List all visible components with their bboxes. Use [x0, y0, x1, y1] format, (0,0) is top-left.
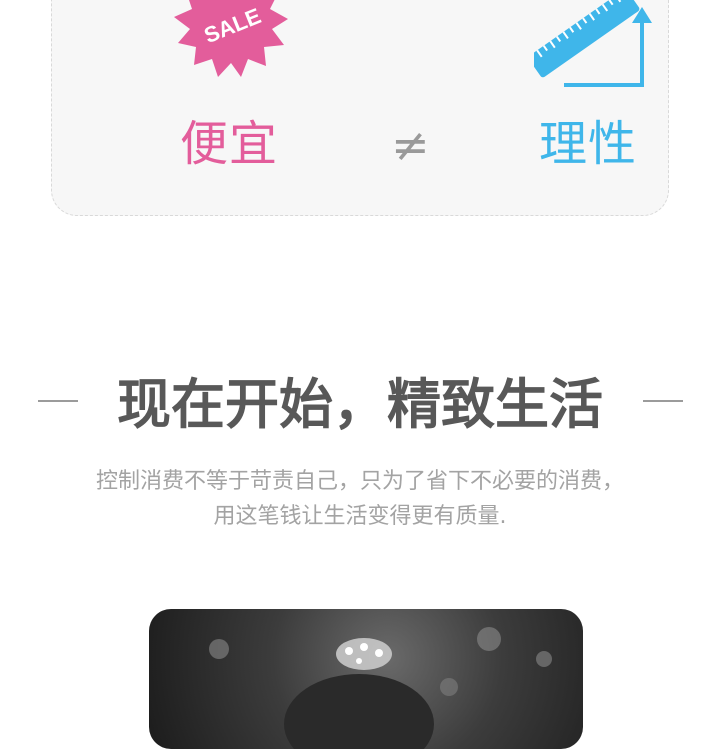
portrait-photo	[149, 609, 583, 749]
portrait-photo-image	[209, 627, 552, 749]
right-dash-divider	[643, 400, 683, 402]
comparison-card: SALE 便宜 ≠ 理性	[51, 0, 669, 216]
description-line-1: 控制消费不等于苛责自己，只为了省下不必要的消费，	[95, 469, 624, 494]
not-equal-symbol: ≠	[391, 118, 430, 172]
cheap-label: 便宜	[180, 116, 279, 172]
section-headline: 现在开始，精致生活	[117, 373, 603, 436]
rational-label: 理性	[539, 116, 638, 172]
ruler-icon	[534, 0, 652, 87]
sale-badge-icon: SALE	[174, 0, 288, 77]
description-line-2: 用这笔钱让生活变得更有质量.	[213, 504, 507, 529]
section-header: 现在开始，精致生活	[0, 372, 720, 438]
left-dash-divider	[38, 400, 78, 402]
